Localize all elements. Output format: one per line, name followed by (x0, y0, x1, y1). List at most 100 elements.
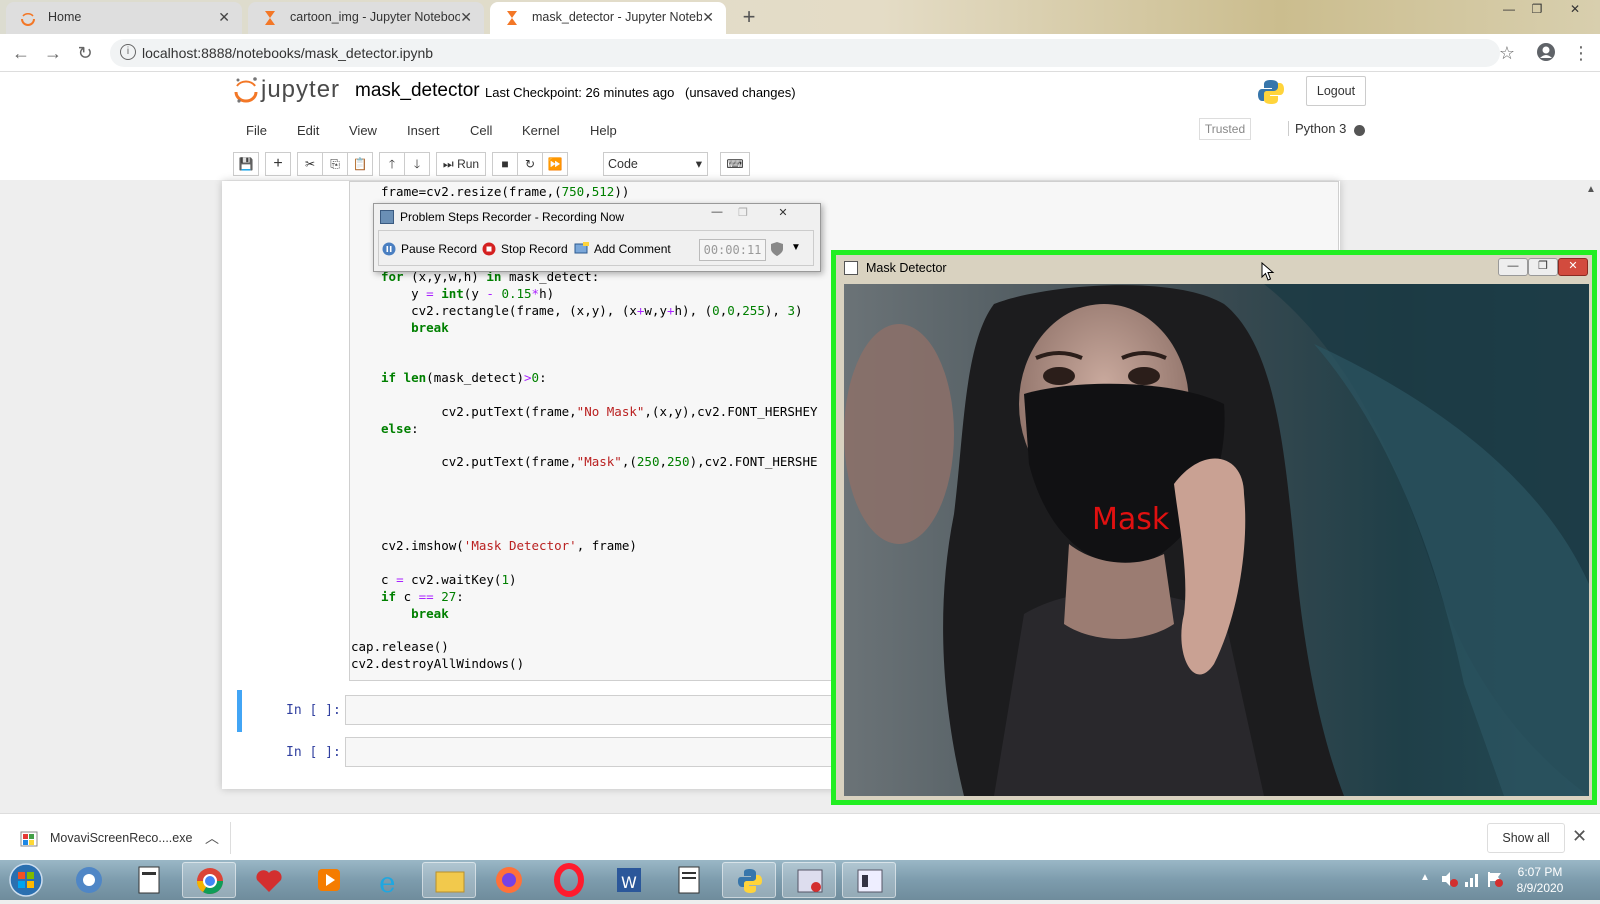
checkpoint-status: Last Checkpoint: 26 minutes ago (485, 85, 675, 100)
taskbar-firefox-icon[interactable] (482, 862, 536, 898)
close-icon[interactable]: ✕ (1558, 258, 1588, 276)
notebook-name[interactable]: mask_detector (355, 80, 480, 102)
copy-icon[interactable]: ⎘ (322, 152, 348, 176)
minimize-icon[interactable]: — (704, 206, 730, 222)
mask-label: Mask (1092, 502, 1170, 537)
window-icon (844, 261, 858, 275)
profile-icon[interactable] (1536, 42, 1556, 62)
minimize-icon[interactable]: — (1498, 258, 1528, 276)
taskbar-word-icon[interactable]: W (602, 862, 656, 898)
menu-file[interactable]: File (246, 123, 267, 138)
back-icon[interactable]: ← (10, 42, 32, 64)
start-button-icon[interactable] (6, 862, 46, 898)
taskbar-opencv-window-icon[interactable] (842, 862, 896, 898)
restart-icon[interactable]: ↻ (517, 152, 543, 176)
cut-icon[interactable]: ✂ (297, 152, 323, 176)
taskbar-media-player-icon[interactable] (302, 862, 356, 898)
show-hidden-icons-icon[interactable]: ▲ (1420, 872, 1430, 883)
code-line: cv2.destroyAllWindows() (351, 656, 525, 671)
logout-button[interactable]: Logout (1306, 76, 1366, 106)
taskbar-chrome-canary-icon[interactable] (62, 862, 116, 898)
pause-icon (382, 242, 396, 256)
clock-time: 6:07 PM (1517, 865, 1563, 879)
new-tab-button[interactable]: + (736, 5, 762, 31)
more-menu-icon[interactable]: ⋮ (1570, 42, 1592, 64)
taskbar-steps-recorder-icon[interactable] (782, 862, 836, 898)
restore-icon[interactable]: ❐ (1528, 258, 1558, 276)
fast-forward-icon[interactable]: ⏩ (542, 152, 568, 176)
stop-icon[interactable]: ■ (492, 152, 518, 176)
close-icon[interactable]: ✕ (770, 206, 796, 222)
restore-icon[interactable]: ❐ (1522, 0, 1552, 18)
close-icon[interactable]: ✕ (702, 9, 714, 26)
scroll-up-arrow-icon[interactable]: ▲ (1586, 184, 1596, 195)
minimize-icon[interactable]: — (1494, 0, 1524, 18)
menu-cell[interactable]: Cell (470, 123, 492, 138)
tab-cartoon-img[interactable]: cartoon_img - Jupyter Notebook ✕ (248, 2, 484, 34)
installer-file-icon (20, 831, 38, 847)
windows-taskbar: e W ▲ 6:07 PM 8/9/2020 (0, 860, 1600, 900)
svg-text:W: W (621, 873, 637, 892)
tab-label: Home (48, 10, 82, 24)
menu-insert[interactable]: Insert (407, 123, 440, 138)
window-close-icon[interactable]: ✕ (1560, 0, 1590, 18)
divider (230, 822, 231, 854)
taskbar-internet-explorer-icon[interactable]: e (362, 862, 416, 899)
add-comment-button[interactable]: Add Comment (594, 242, 671, 256)
taskbar-notepad-icon[interactable] (662, 862, 716, 898)
code-line: c = cv2.waitKey(1) (381, 572, 517, 587)
taskbar-opera-icon[interactable] (542, 862, 596, 898)
tab-home[interactable]: Home ✕ (6, 2, 242, 34)
volume-muted-icon[interactable] (1440, 870, 1458, 888)
menu-kernel[interactable]: Kernel (522, 123, 560, 138)
forward-icon[interactable]: → (42, 42, 64, 64)
code-line: y = int(y - 0.15*h) (381, 286, 555, 301)
url-field[interactable]: i localhost:8888/notebooks/mask_detector… (110, 39, 1500, 67)
stop-record-button[interactable]: Stop Record (501, 242, 568, 256)
restore-icon[interactable]: ❐ (730, 206, 756, 222)
save-icon[interactable]: 💾 (233, 152, 259, 176)
download-filename: MovaviScreenReco....exe (50, 831, 193, 845)
mask-detector-titlebar[interactable]: Mask Detector — ❐ ✕ (836, 255, 1592, 281)
menu-view[interactable]: View (349, 123, 377, 138)
cell-type-select[interactable]: Code ▾ (603, 152, 708, 176)
keyboard-icon[interactable]: ⌨ (720, 152, 750, 176)
add-comment-icon (574, 242, 589, 254)
menu-edit[interactable]: Edit (297, 123, 319, 138)
taskbar-python-icon[interactable] (722, 862, 776, 898)
run-button[interactable]: ⏭ Run (436, 152, 486, 176)
chevron-up-icon[interactable]: ︿ (205, 828, 219, 848)
action-center-flag-icon[interactable] (1486, 870, 1504, 888)
show-all-button[interactable]: Show all (1487, 823, 1565, 853)
chevron-down-icon[interactable]: ▼ (791, 242, 801, 253)
add-cell-icon[interactable]: + (265, 152, 291, 176)
star-icon[interactable]: ☆ (1496, 42, 1518, 64)
jupyter-logo[interactable]: jupyter (233, 76, 339, 109)
taskbar-file-explorer-icon[interactable] (422, 862, 476, 898)
menu-help[interactable]: Help (590, 123, 617, 138)
code-line: break (411, 606, 449, 621)
taskbar-document-icon[interactable] (122, 862, 176, 898)
address-bar: ← → ↻ i localhost:8888/notebooks/mask_de… (0, 34, 1600, 72)
code-line: cap.release() (351, 639, 449, 654)
jupyter-logo-icon (234, 77, 258, 103)
close-icon[interactable]: ✕ (1572, 826, 1587, 847)
pause-record-button[interactable]: Pause Record (401, 242, 477, 256)
download-item[interactable]: MovaviScreenReco....exe ︿ (20, 828, 225, 850)
help-shield-icon[interactable] (769, 241, 785, 257)
close-icon[interactable]: ✕ (218, 9, 230, 26)
taskbar-chrome-icon[interactable] (182, 862, 236, 898)
trusted-badge[interactable]: Trusted (1199, 118, 1251, 140)
paste-icon[interactable]: 📋 (347, 152, 373, 176)
move-up-icon[interactable]: 🡑 (379, 152, 405, 176)
close-icon[interactable]: ✕ (460, 9, 472, 26)
tab-mask-detector[interactable]: mask_detector - Jupyter Noteboo ✕ (490, 2, 726, 34)
move-down-icon[interactable]: 🡓 (404, 152, 430, 176)
mask-detector-window: Mask Detector — ❐ ✕ Mask (831, 250, 1597, 805)
system-clock[interactable]: 6:07 PM 8/9/2020 (1508, 864, 1572, 896)
reload-icon[interactable]: ↻ (74, 42, 96, 64)
taskbar-heart-app-icon[interactable] (242, 862, 296, 898)
code-line: cv2.imshow('Mask Detector', frame) (381, 538, 637, 553)
info-icon[interactable]: i (120, 44, 136, 60)
network-signal-icon[interactable] (1464, 870, 1482, 888)
